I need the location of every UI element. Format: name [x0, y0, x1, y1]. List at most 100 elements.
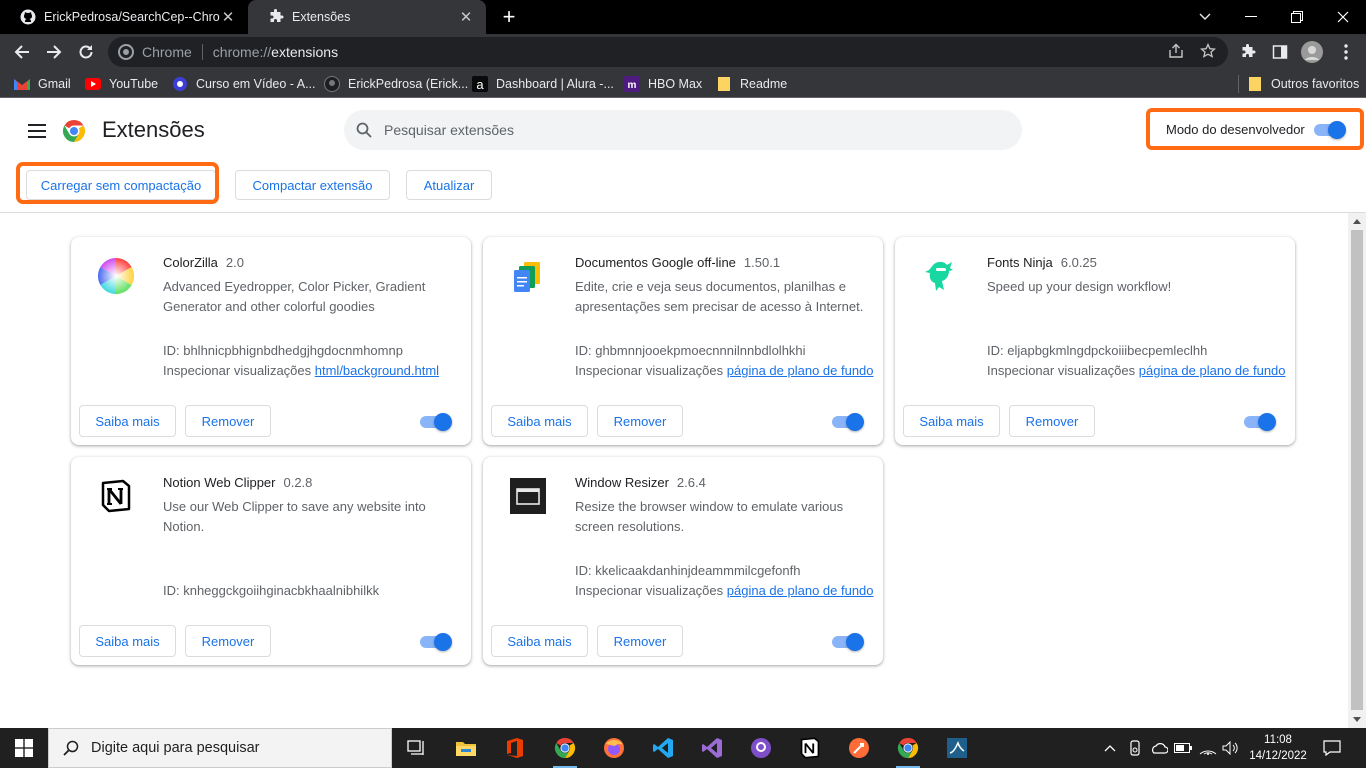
device-icon[interactable]	[1125, 738, 1145, 758]
details-button[interactable]: Saiba mais	[491, 625, 588, 657]
inspect-views: Inspecionar visualizações html/backgroun…	[163, 363, 463, 378]
bookmark-label: Dashboard | Alura -...	[496, 77, 614, 91]
remove-button[interactable]: Remover	[597, 625, 683, 657]
chevron-up-icon[interactable]	[1100, 738, 1120, 758]
bookmark-other-favorites[interactable]: Outros favoritos	[1238, 75, 1359, 93]
address-bar[interactable]: Chrome chrome://extensions	[108, 37, 1228, 67]
scrollbar[interactable]	[1348, 213, 1366, 728]
extension-version: 0.2.8	[283, 475, 313, 490]
restore-icon[interactable]	[1274, 0, 1320, 34]
extension-enable-toggle[interactable]	[832, 633, 864, 651]
bookmark-alura[interactable]: a Dashboard | Alura -...	[472, 75, 614, 93]
volume-icon[interactable]	[1221, 738, 1241, 758]
reload-icon[interactable]	[72, 38, 100, 66]
forward-arrow-icon[interactable]	[40, 38, 68, 66]
search-input[interactable]	[384, 122, 984, 138]
side-panel-icon[interactable]	[1268, 40, 1292, 64]
pack-extension-button[interactable]: Compactar extensão	[235, 170, 390, 200]
system-clock[interactable]: 11:08 14/12/2022	[1248, 732, 1308, 764]
colorzilla-icon	[97, 257, 135, 295]
onedrive-cloud-icon[interactable]	[1149, 738, 1169, 758]
mysql-workbench-icon[interactable]	[941, 732, 973, 764]
battery-icon[interactable]	[1173, 738, 1193, 758]
minimize-icon[interactable]	[1228, 0, 1274, 34]
kebab-menu-icon[interactable]	[1334, 40, 1358, 64]
bookmark-youtube[interactable]: YouTube	[85, 75, 158, 93]
task-view-icon[interactable]	[400, 732, 432, 764]
inspect-label: Inspecionar visualizações	[163, 363, 312, 378]
extension-name: Notion Web Clipper	[163, 475, 276, 490]
extension-enable-toggle[interactable]	[1244, 413, 1276, 431]
postman-icon[interactable]	[843, 732, 875, 764]
vscode-icon[interactable]	[647, 732, 679, 764]
firefox-icon[interactable]	[598, 732, 630, 764]
chrome-icon[interactable]	[892, 732, 924, 768]
bookmark-gmail[interactable]: Gmail	[14, 75, 71, 93]
bookmark-cursoemvideo[interactable]: Curso em Vídeo - A...	[172, 75, 316, 93]
bookmark-readme[interactable]: Readme	[716, 75, 787, 93]
tab-github[interactable]: ErickPedrosa/SearchCep--Chrome ✕	[0, 0, 248, 34]
extension-name: Documentos Google off-line	[575, 255, 736, 270]
bookmark-label: Curso em Vídeo - A...	[196, 77, 316, 91]
taskbar-search[interactable]: Digite aqui para pesquisar	[48, 728, 392, 768]
back-arrow-icon[interactable]	[8, 38, 36, 66]
details-button[interactable]: Saiba mais	[79, 625, 176, 657]
update-button[interactable]: Atualizar	[406, 170, 492, 200]
extension-enable-toggle[interactable]	[420, 633, 452, 651]
tab-extensions[interactable]: Extensões ✕	[248, 0, 486, 34]
bookmark-github[interactable]: ErickPedrosa (Erick...	[324, 75, 468, 93]
details-button[interactable]: Saiba mais	[79, 405, 176, 437]
remove-button[interactable]: Remover	[597, 405, 683, 437]
github-desktop-icon[interactable]	[745, 732, 777, 764]
file-explorer-icon[interactable]	[450, 732, 482, 764]
browser-toolbar: Chrome chrome://extensions	[0, 34, 1366, 70]
inspect-link[interactable]: página de plano de fundo	[727, 583, 874, 598]
developer-mode-toggle[interactable]	[1314, 121, 1346, 139]
search-extensions[interactable]	[344, 110, 1022, 150]
inspect-link[interactable]: página de plano de fundo	[1139, 363, 1286, 378]
notifications-icon[interactable]	[1322, 738, 1342, 758]
folder-icon	[716, 76, 732, 92]
details-button[interactable]: Saiba mais	[903, 405, 1000, 437]
tab-search-chevron-icon[interactable]	[1182, 0, 1228, 34]
profile-avatar[interactable]	[1300, 40, 1324, 64]
new-tab-button[interactable]: +	[498, 6, 520, 28]
github-icon	[324, 76, 340, 92]
close-icon[interactable]: ✕	[458, 8, 474, 26]
inspect-views: Inspecionar visualizações página de plan…	[575, 363, 875, 378]
bookmark-hbomax[interactable]: m HBO Max	[624, 75, 702, 93]
share-icon[interactable]	[1166, 41, 1186, 61]
office-icon[interactable]	[499, 732, 531, 764]
extension-id: ID: bhlhnicpbhignbdhedgjhgdocnmhomnp	[163, 343, 403, 358]
extension-name-line: ColorZilla 2.0	[163, 255, 244, 270]
notion-icon[interactable]	[794, 732, 826, 764]
bookmark-star-icon[interactable]	[1198, 41, 1218, 61]
remove-button[interactable]: Remover	[1009, 405, 1095, 437]
extension-id: ID: knheggckgoiihginacbkhaalnibhilkk	[163, 583, 380, 598]
inspect-label: Inspecionar visualizações	[575, 583, 724, 598]
wifi-icon[interactable]	[1198, 738, 1218, 758]
scrollbar-thumb[interactable]	[1351, 230, 1363, 710]
search-icon	[63, 740, 79, 756]
scroll-down-icon[interactable]	[1353, 717, 1361, 722]
chrome-icon[interactable]	[549, 732, 581, 768]
inspect-link[interactable]: página de plano de fundo	[727, 363, 874, 378]
windows-start-icon[interactable]	[0, 728, 48, 768]
visual-studio-icon[interactable]	[696, 732, 728, 764]
extension-enable-toggle[interactable]	[420, 413, 452, 431]
extension-enable-toggle[interactable]	[832, 413, 864, 431]
extension-version: 1.50.1	[743, 255, 781, 270]
extension-name-line: Fonts Ninja 6.0.25	[987, 255, 1097, 270]
cursoemvideo-icon	[172, 76, 188, 92]
inspect-link[interactable]: html/background.html	[315, 363, 439, 378]
hamburger-menu-icon[interactable]	[24, 118, 50, 144]
details-button[interactable]: Saiba mais	[491, 405, 588, 437]
remove-button[interactable]: Remover	[185, 405, 271, 437]
load-unpacked-button[interactable]: Carregar sem compactação	[26, 170, 216, 200]
scroll-up-icon[interactable]	[1353, 219, 1361, 224]
extension-card-colorzilla: ColorZilla 2.0 Advanced Eyedropper, Color…	[71, 237, 471, 445]
close-window-icon[interactable]	[1320, 0, 1366, 34]
remove-button[interactable]: Remover	[185, 625, 271, 657]
close-icon[interactable]: ✕	[220, 8, 236, 26]
extensions-puzzle-icon[interactable]	[1236, 40, 1260, 64]
